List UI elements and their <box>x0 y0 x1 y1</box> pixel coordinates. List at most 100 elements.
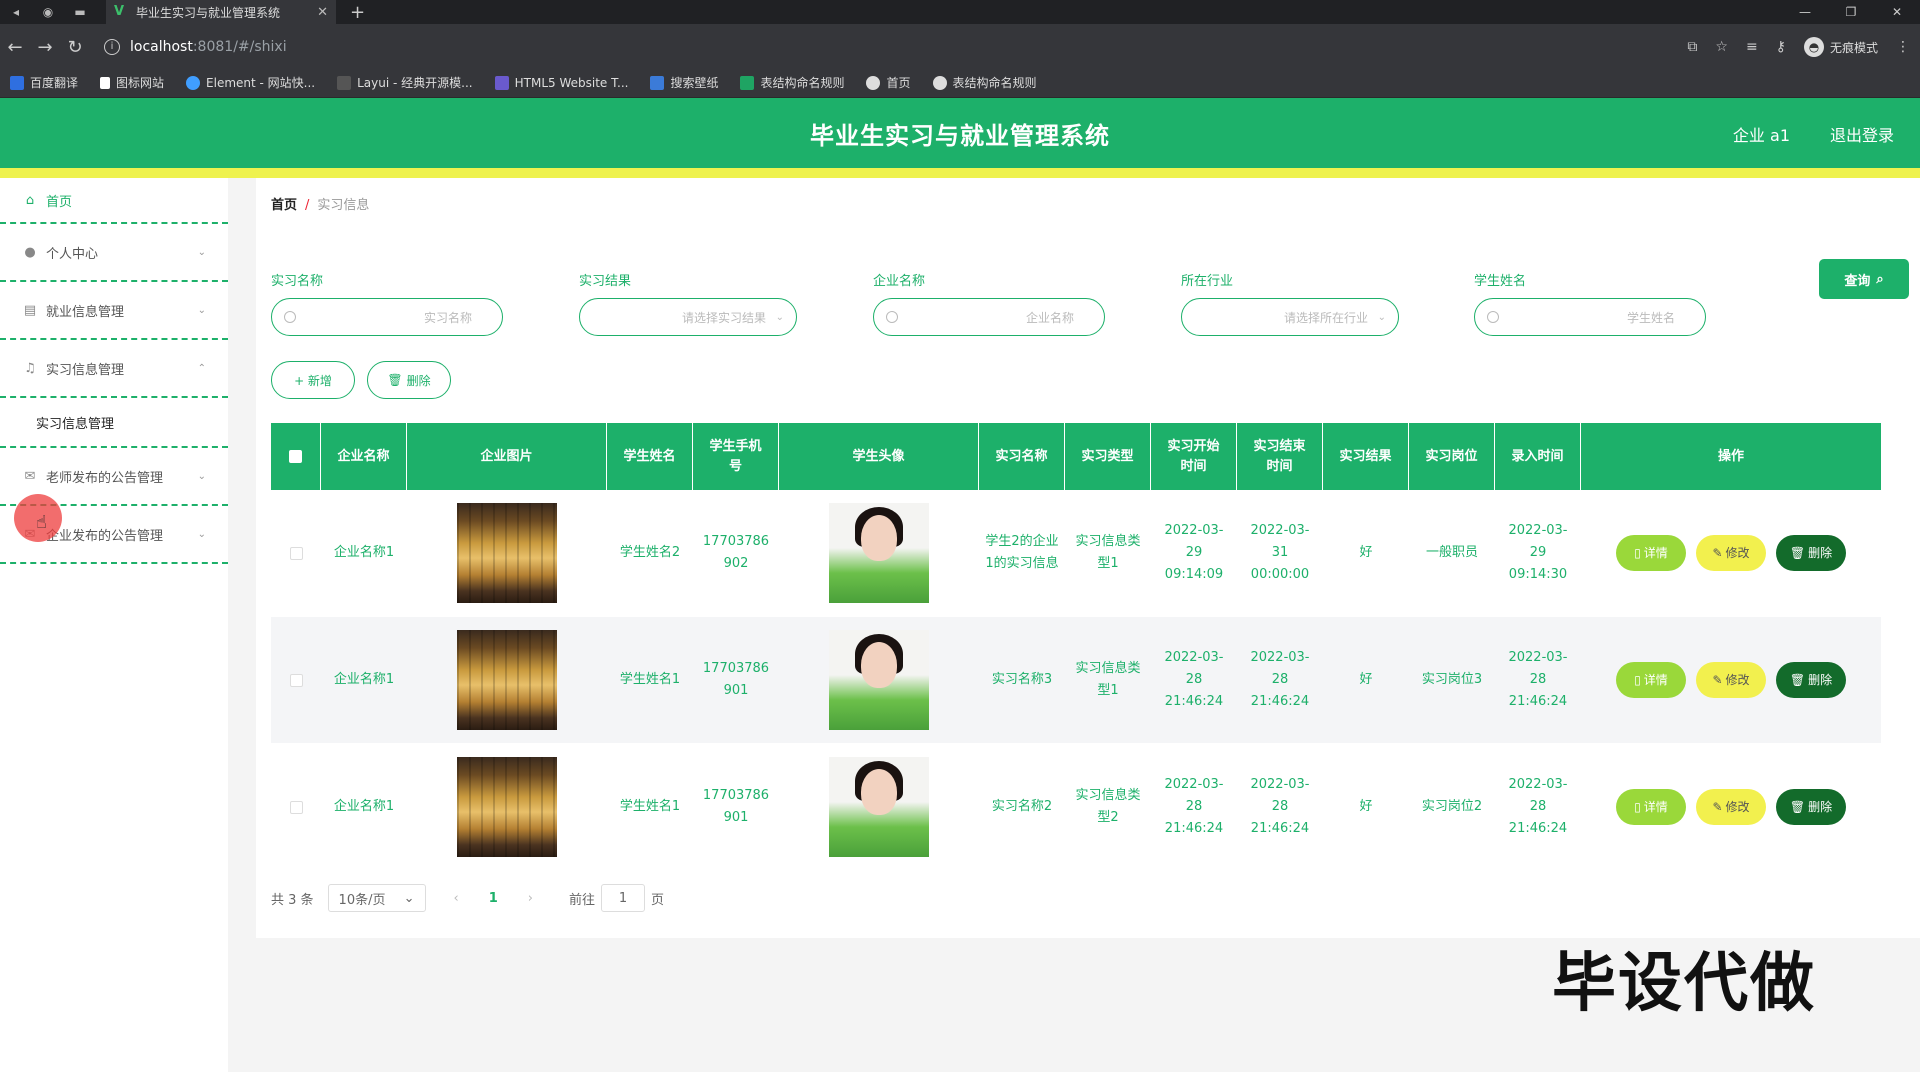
detail-button[interactable]: ▯ 详情 <box>1616 662 1686 698</box>
translate-icon[interactable]: ⧉ <box>1687 39 1697 55</box>
trash-icon: 🗑 <box>1789 673 1806 687</box>
forward-icon[interactable]: → <box>30 37 60 58</box>
row-checkbox[interactable] <box>289 546 303 560</box>
doc-icon: ▯ <box>1634 673 1641 687</box>
key-icon[interactable]: ⚷ <box>1776 39 1786 55</box>
menu-kebab-icon[interactable]: ⋮ <box>1896 39 1910 55</box>
page-size-select[interactable]: 10条/页 ⌄ <box>327 884 426 912</box>
batch-delete-button[interactable]: 🗑 删除 <box>367 361 451 399</box>
edit-button[interactable]: ✎ 修改 <box>1696 662 1766 698</box>
add-label: + 新增 <box>294 373 332 388</box>
hand-cursor-icon: ☝ <box>36 512 47 533</box>
delete-button[interactable]: 🗑 删除 <box>1776 789 1846 825</box>
new-tab-icon[interactable]: + <box>350 2 365 23</box>
company-image[interactable] <box>457 630 557 730</box>
prev-page-icon[interactable]: ‹ <box>454 891 459 906</box>
row-checkbox[interactable] <box>289 673 303 687</box>
clipboard-icon: ▤ <box>23 302 37 318</box>
student-name-input[interactable]: 学生姓名 <box>1474 298 1706 336</box>
internship-table: 企业名称 企业图片 学生姓名 学生手机号 学生头像 实习名称 实习类型 实习开始… <box>271 423 1881 871</box>
cell-phone: 17703786901 <box>702 788 770 825</box>
sidebar-item-personal[interactable]: ● 个人中心 ⌄ <box>0 224 228 282</box>
bookmark-item[interactable]: Element - 网站快... <box>186 74 315 91</box>
bookmark-item[interactable]: 图标网站 <box>100 74 164 91</box>
next-page-icon[interactable]: › <box>528 891 533 906</box>
cell-company-image <box>407 617 607 743</box>
profile-button[interactable]: ◓ 无痕模式 <box>1803 37 1878 57</box>
column-header: 企业图片 <box>407 423 607 490</box>
home-icon: ⌂ <box>25 192 35 208</box>
bookmark-item[interactable]: 搜索壁纸 <box>650 74 718 91</box>
select-all-cell <box>271 423 321 490</box>
search-icon <box>1487 311 1499 323</box>
detail-button[interactable]: ▯ 详情 <box>1616 789 1686 825</box>
bookmark-item[interactable]: 表结构命名规则 <box>740 74 844 91</box>
site-info-icon[interactable]: i <box>104 39 120 55</box>
column-header: 操作 <box>1717 448 1744 464</box>
goto-page-input[interactable]: 1 <box>601 884 646 912</box>
bookmark-item[interactable]: 表结构命名规则 <box>932 74 1037 91</box>
cell-phone: 17703786902 <box>702 534 770 571</box>
student-avatar[interactable] <box>829 503 929 603</box>
chevron-down-icon: ⌄ <box>197 246 206 258</box>
detail-button[interactable]: ▯ 详情 <box>1616 535 1686 571</box>
cell-created: 2022-03-29 09:14:30 <box>1508 523 1568 582</box>
browser-tab[interactable]: V 毕业生实习与就业管理系统 ✕ <box>106 0 336 24</box>
back-icon[interactable]: ← <box>0 37 30 58</box>
sheet-icon <box>740 75 755 90</box>
bookmark-item[interactable]: 百度翻译 <box>10 74 78 91</box>
company-image[interactable] <box>457 757 557 857</box>
sidebar: ⌂ 首页 ● 个人中心 ⌄ ▤ 就业信息管理 ⌄ ♫ 实习信息管理 ⌃ 实习信息… <box>0 178 228 1072</box>
select-all-checkbox[interactable] <box>289 450 302 463</box>
cell-start: 2022-03-28 21:46:24 <box>1164 650 1224 709</box>
cell-company: 企业名称1 <box>333 545 395 560</box>
sidebar-item-internship[interactable]: ♫ 实习信息管理 ⌃ <box>0 340 228 398</box>
bookmark-item[interactable]: 首页 <box>866 74 911 91</box>
intern-result-select[interactable]: 请选择实习结果 ⌄ <box>579 298 797 336</box>
intern-name-input[interactable]: 实习名称 <box>271 298 503 336</box>
tab-strip-icon[interactable]: ▬ <box>64 0 96 24</box>
bookmark-item[interactable]: Layui - 经典开源模... <box>337 74 473 91</box>
breadcrumb-home[interactable]: 首页 <box>271 198 297 213</box>
industry-select[interactable]: 请选择所在行业 ⌄ <box>1181 298 1399 336</box>
address-bar: ← → ↻ i localhost:8081/#/shixi ⧉ ☆ ≡ ⚷ ◓… <box>0 24 1920 70</box>
cell-result: 好 <box>1359 672 1373 687</box>
row-checkbox[interactable] <box>289 800 303 814</box>
cell-company-image <box>407 744 607 870</box>
vue-favicon-icon: V <box>114 4 125 19</box>
current-user[interactable]: 企业 a1 <box>1733 122 1790 146</box>
edit-button[interactable]: ✎ 修改 <box>1696 535 1766 571</box>
globe-icon[interactable]: ◉ <box>32 0 64 24</box>
restore-icon[interactable]: ❐ <box>1828 0 1874 24</box>
bookmark-star-icon[interactable]: ☆ <box>1715 39 1728 55</box>
company-name-input[interactable]: 企业名称 <box>873 298 1105 336</box>
add-button[interactable]: + 新增 <box>271 361 355 399</box>
sidebar-item-employment[interactable]: ▤ 就业信息管理 ⌄ <box>0 282 228 340</box>
reload-icon[interactable]: ↻ <box>60 37 90 58</box>
page-number[interactable]: 1 <box>489 891 498 906</box>
reading-list-icon[interactable]: ≡ <box>1746 39 1758 55</box>
sidebar-item-label: 个人中心 <box>46 246 99 262</box>
minimize-icon[interactable]: — <box>1782 0 1828 24</box>
table-header: 企业名称 企业图片 学生姓名 学生手机号 学生头像 实习名称 实习类型 实习开始… <box>271 423 1881 490</box>
sidebar-subitem-internship-manage[interactable]: 实习信息管理 <box>0 398 228 448</box>
url-field[interactable]: i localhost:8081/#/shixi <box>96 32 1616 62</box>
chevron-down-icon: ⌄ <box>197 528 206 540</box>
chevron-down-icon: ⌄ <box>403 890 415 906</box>
back-history-icon[interactable]: ◂ <box>0 0 32 24</box>
sidebar-item-home[interactable]: ⌂ 首页 <box>0 178 228 224</box>
company-image[interactable] <box>457 503 557 603</box>
sidebar-item-label: 就业信息管理 <box>46 304 125 320</box>
close-window-icon[interactable]: ✕ <box>1874 0 1920 24</box>
logout-link[interactable]: 退出登录 <box>1830 122 1894 146</box>
query-button[interactable]: 查询 ⌕ <box>1819 259 1909 299</box>
edit-button[interactable]: ✎ 修改 <box>1696 789 1766 825</box>
delete-button[interactable]: 🗑 删除 <box>1776 662 1846 698</box>
bell-icon: ♫ <box>24 360 36 376</box>
student-avatar[interactable] <box>829 757 929 857</box>
row-select-cell <box>271 617 321 743</box>
close-tab-icon[interactable]: ✕ <box>317 5 328 20</box>
delete-button[interactable]: 🗑 删除 <box>1776 535 1846 571</box>
bookmark-item[interactable]: HTML5 Website T... <box>494 75 628 90</box>
student-avatar[interactable] <box>829 630 929 730</box>
